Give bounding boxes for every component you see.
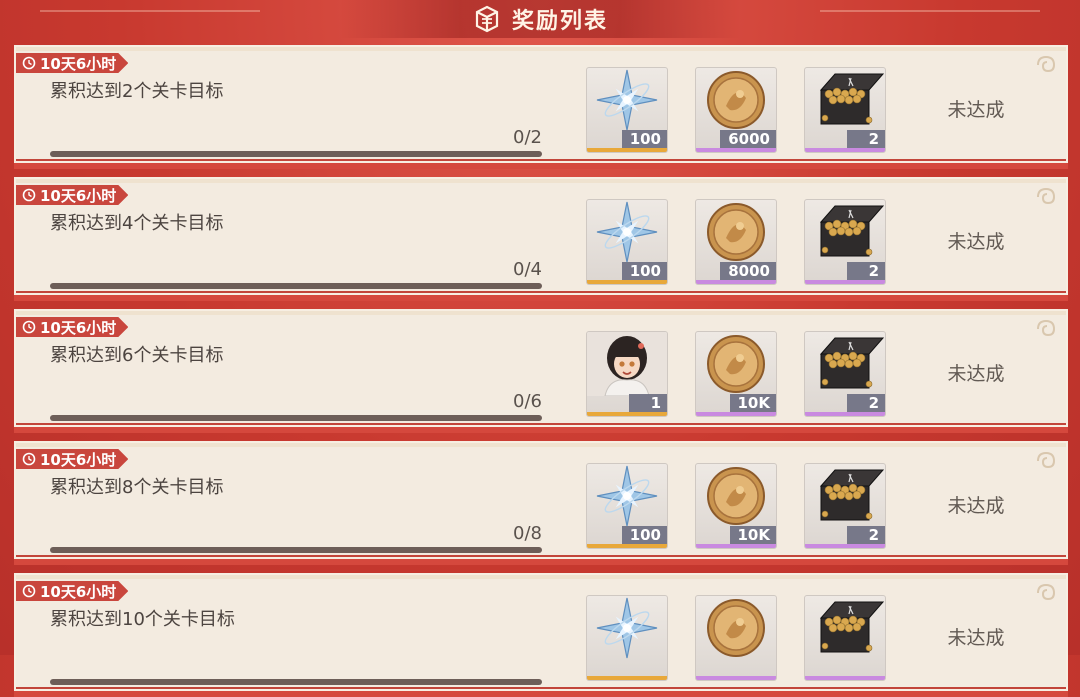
status-label: 未达成 (947, 231, 1005, 253)
status-label: 未达成 (947, 363, 1005, 385)
reward-quantity: 100 (621, 130, 667, 148)
clock-icon (22, 188, 36, 202)
countdown-badge: 10天6小时 (16, 581, 128, 601)
reward-item[interactable]: 8000 (695, 199, 777, 285)
card-divider (14, 691, 1068, 697)
rarity-bar (805, 676, 885, 680)
reward-quantity: 2 (847, 262, 885, 280)
progress-count: 0/2 (513, 127, 542, 148)
reward-item[interactable]: 2 (804, 199, 886, 285)
rarity-bar (587, 544, 667, 548)
rarity-bar (696, 676, 776, 680)
progress-count: 0/8 (513, 523, 542, 544)
progress-bar (50, 415, 542, 421)
reward-item[interactable] (695, 595, 777, 681)
header-decoration-left (40, 10, 260, 12)
card-divider (14, 295, 1068, 301)
rarity-bar (587, 148, 667, 152)
countdown-badge: 10天6小时 (16, 317, 128, 337)
countdown-text: 10天6小时 (40, 54, 117, 73)
countdown-badge: 10天6小时 (16, 53, 128, 73)
reward-item[interactable]: 100 (586, 67, 668, 153)
gift-icon (475, 5, 499, 33)
progress-count: 0/4 (513, 259, 542, 280)
rarity-bar (805, 412, 885, 416)
progress-count: 0/6 (513, 391, 542, 412)
reward-card: 10天6小时累积达到10个关卡目标未达成 (14, 573, 1068, 691)
countdown-text: 10天6小时 (40, 450, 117, 469)
countdown-text: 10天6小时 (40, 186, 117, 205)
reward-quantity: 10K (729, 526, 776, 544)
reward-item[interactable]: 10K (695, 463, 777, 549)
reward-quantity: 100 (621, 262, 667, 280)
rarity-bar (805, 280, 885, 284)
goal-text: 累积达到2个关卡目标 (50, 81, 224, 102)
reward-card: 10天6小时累积达到8个关卡目标 0/8 100 10K 2 未达成 (14, 441, 1068, 559)
reward-item[interactable]: 2 (804, 331, 886, 417)
progress-bar (50, 283, 542, 289)
reward-item[interactable]: 100 (586, 463, 668, 549)
header-decoration-right (820, 10, 1040, 12)
reward-quantity: 2 (847, 130, 885, 148)
progress-bar (50, 679, 542, 685)
goal-text: 累积达到10个关卡目标 (50, 609, 235, 630)
status-label: 未达成 (947, 99, 1005, 121)
header: 奖励列表 (0, 0, 1080, 38)
status-label: 未达成 (947, 495, 1005, 517)
reward-item[interactable]: 2 (804, 67, 886, 153)
card-divider (14, 427, 1068, 433)
rarity-bar (696, 544, 776, 548)
corner-ornament-icon (1037, 55, 1056, 73)
reward-quantity: 1 (629, 394, 667, 412)
progress-bar (50, 151, 542, 157)
reward-quantity: 100 (621, 526, 667, 544)
reward-item[interactable] (586, 595, 668, 681)
reward-item[interactable] (804, 595, 886, 681)
countdown-text: 10天6小时 (40, 318, 117, 337)
rarity-bar (696, 280, 776, 284)
clock-icon (22, 56, 36, 70)
reward-item[interactable]: 100 (586, 199, 668, 285)
reward-quantity: 2 (847, 526, 885, 544)
goal-text: 累积达到4个关卡目标 (50, 213, 224, 234)
countdown-text: 10天6小时 (40, 582, 117, 601)
clock-icon (22, 320, 36, 334)
corner-ornament-icon (1037, 451, 1056, 469)
card-divider (14, 559, 1068, 565)
rarity-bar (696, 412, 776, 416)
reward-item[interactable]: 1 (586, 331, 668, 417)
reward-quantity: 2 (847, 394, 885, 412)
reward-quantity: 8000 (720, 262, 776, 280)
reward-quantity: 6000 (720, 130, 776, 148)
rarity-bar (587, 280, 667, 284)
countdown-badge: 10天6小时 (16, 185, 128, 205)
card-divider (14, 163, 1068, 169)
corner-ornament-icon (1037, 583, 1056, 601)
clock-icon (22, 584, 36, 598)
corner-ornament-icon (1037, 187, 1056, 205)
rarity-bar (805, 544, 885, 548)
rarity-bar (587, 676, 667, 680)
goal-text: 累积达到6个关卡目标 (50, 345, 224, 366)
reward-card: 10天6小时累积达到4个关卡目标 0/4 100 8000 2 未达成 (14, 177, 1068, 295)
rarity-bar (587, 412, 667, 416)
reward-card: 10天6小时累积达到6个关卡目标 0/6 1 10K 2 未达成 (14, 309, 1068, 427)
rarity-bar (696, 148, 776, 152)
reward-item[interactable]: 6000 (695, 67, 777, 153)
corner-ornament-icon (1037, 319, 1056, 337)
page-title: 奖励列表 (511, 9, 608, 34)
countdown-badge: 10天6小时 (16, 449, 128, 469)
goal-text: 累积达到8个关卡目标 (50, 477, 224, 498)
clock-icon (22, 452, 36, 466)
reward-quantity: 10K (729, 394, 776, 412)
rarity-bar (805, 148, 885, 152)
reward-item[interactable]: 10K (695, 331, 777, 417)
reward-item[interactable]: 2 (804, 463, 886, 549)
reward-card: 10天6小时累积达到2个关卡目标 0/2 100 6000 2 未达成 (14, 45, 1068, 163)
status-label: 未达成 (947, 627, 1005, 649)
progress-bar (50, 547, 542, 553)
